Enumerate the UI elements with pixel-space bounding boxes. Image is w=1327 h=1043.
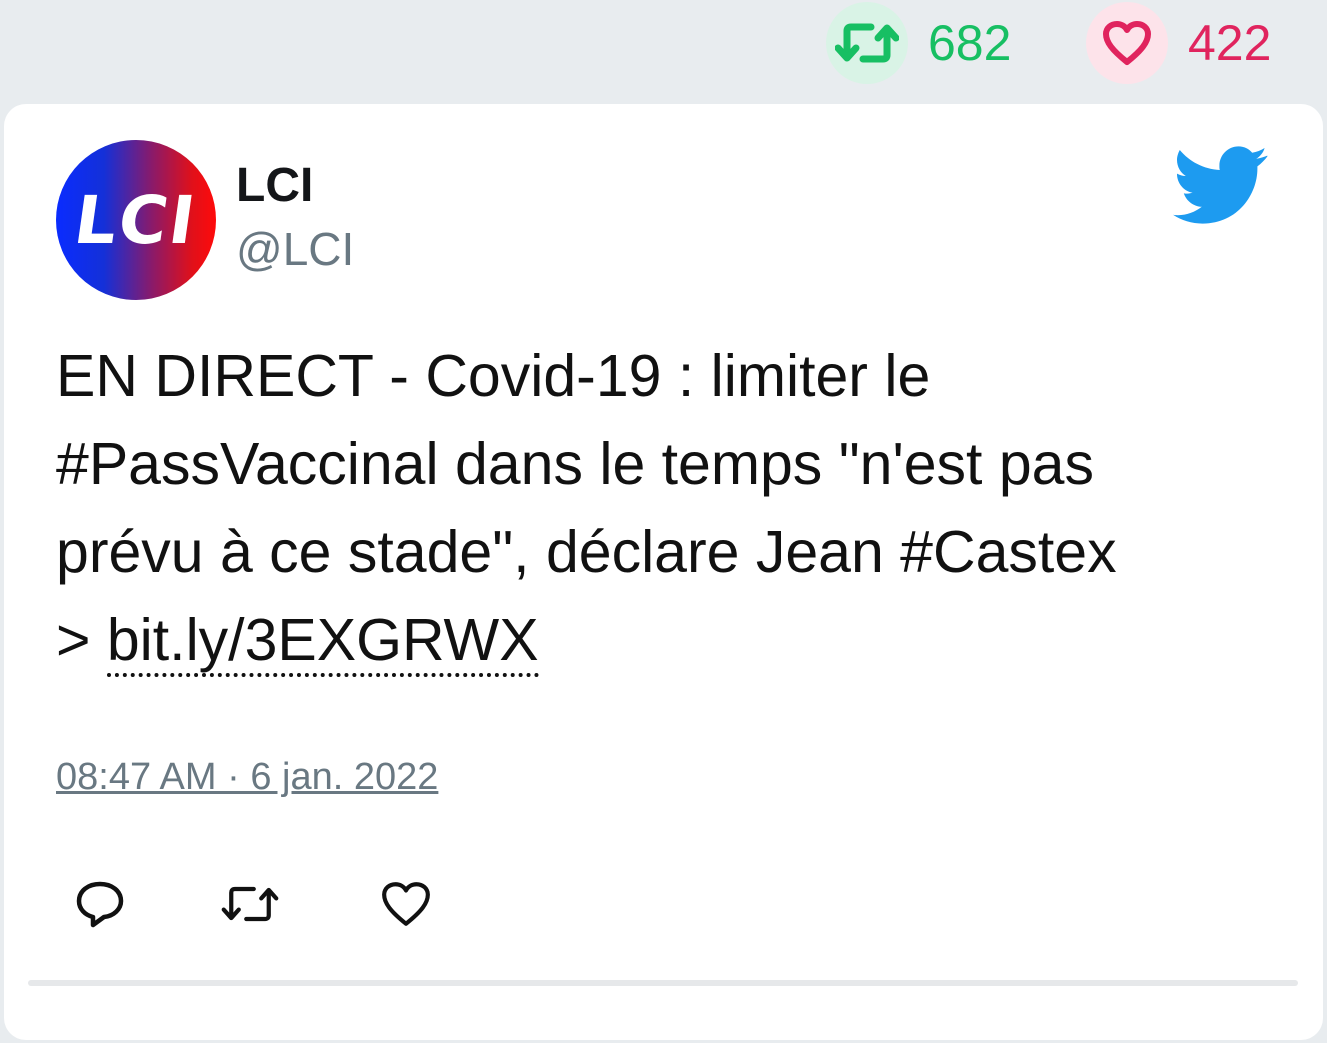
reply-button[interactable] — [70, 874, 130, 934]
like-stat[interactable]: 422 — [1086, 2, 1271, 84]
heart-icon[interactable] — [1086, 2, 1168, 84]
retweet-button[interactable] — [220, 874, 280, 934]
tweet-line: EN DIRECT - Covid-19 : limiter le — [56, 343, 931, 409]
author-name[interactable]: LCI — [236, 162, 313, 210]
tweet-line: prévu à ce stade", déclare Jean #Castex — [56, 519, 1117, 585]
retweet-icon[interactable] — [826, 2, 908, 84]
author-handle[interactable]: @LCI — [236, 226, 354, 272]
retweet-count: 682 — [928, 15, 1012, 71]
tweet-line: #PassVaccinal dans le temps "n'est pas — [56, 431, 1094, 497]
reply-icon — [76, 881, 124, 928]
avatar-logo-text: LCI — [70, 181, 202, 259]
divider — [28, 980, 1298, 986]
retweet-icon — [221, 886, 279, 922]
tweet-timestamp[interactable]: 08:47 AM · 6 jan. 2022 — [56, 758, 438, 796]
tweet-card: LCI LCI @LCI EN DIRECT - Covid-19 : limi… — [4, 104, 1323, 1040]
tweet-text: EN DIRECT - Covid-19 : limiter le #PassV… — [56, 332, 1286, 684]
engagement-stats-bar: 682 422 — [0, 0, 1327, 100]
twitter-bird-icon[interactable] — [1172, 146, 1270, 226]
tweet-link[interactable]: bit.ly/3EXGRWX — [106, 607, 539, 677]
avatar[interactable]: LCI — [56, 140, 216, 300]
heart-icon — [382, 882, 430, 926]
like-button[interactable] — [376, 874, 436, 934]
tweet-line: > — [56, 607, 107, 673]
like-count: 422 — [1188, 15, 1272, 71]
retweet-stat[interactable]: 682 — [826, 2, 1011, 84]
